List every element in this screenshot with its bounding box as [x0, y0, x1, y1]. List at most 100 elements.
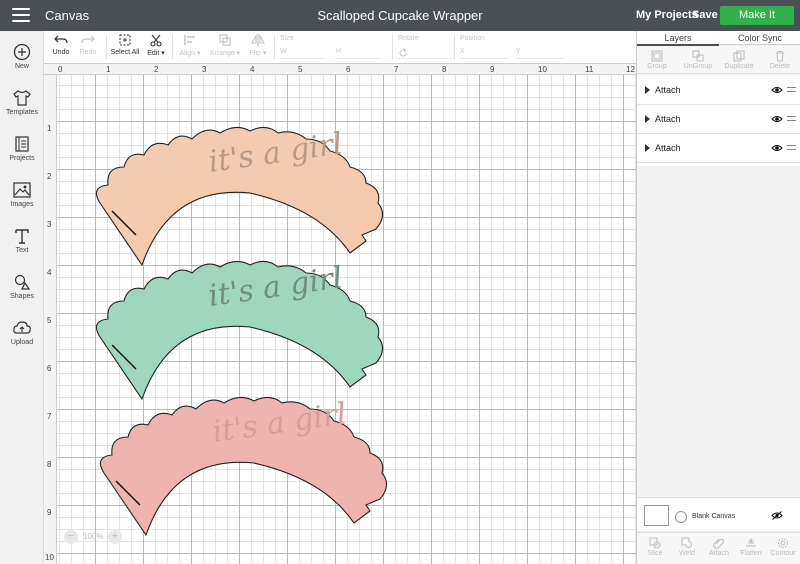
sidebar-item-upload[interactable]: Upload [0, 319, 44, 363]
cupcake-wrapper-3[interactable]: it's a girl [99, 396, 388, 536]
ruler-tick-label: 10 [538, 65, 547, 74]
eye-hidden-icon[interactable] [771, 511, 783, 520]
ruler-tick-label: 7 [47, 412, 52, 421]
layer-row[interactable]: Attach [637, 134, 800, 163]
chevron-down-icon: ▾ [161, 50, 165, 57]
chevron-down-icon: ▾ [197, 50, 201, 57]
y-label: Y [516, 48, 521, 55]
canvas-color-circle[interactable] [675, 511, 687, 523]
drag-handle-icon[interactable] [787, 87, 796, 92]
expand-caret-icon[interactable] [645, 144, 650, 152]
contour-label: Contour [770, 550, 796, 557]
ruler-tick-label: 4 [47, 268, 52, 277]
y-position-field[interactable]: Y [516, 46, 564, 59]
redo-icon [81, 35, 95, 44]
hamburger-menu-icon[interactable] [12, 8, 30, 22]
weld-button[interactable]: Weld [671, 537, 703, 557]
eye-icon[interactable] [771, 86, 783, 94]
group-label: Group [647, 63, 667, 70]
layer-row[interactable]: Attach [637, 76, 800, 105]
ungroup-icon [692, 50, 704, 62]
rotate-field[interactable] [398, 46, 448, 59]
weld-label: Weld [679, 550, 695, 557]
height-label: H [336, 48, 342, 55]
layer-row[interactable]: Attach [637, 105, 800, 134]
flip-label: Flip [249, 50, 261, 57]
group-button[interactable]: Group [637, 50, 677, 70]
sidebar-item-label: Images [10, 201, 34, 208]
make-it-button[interactable]: Make It [720, 6, 794, 25]
zoom-out-button[interactable]: − [64, 530, 78, 544]
arrange-icon [219, 34, 231, 46]
cupcake-wrapper-1[interactable]: it's a girl [95, 126, 384, 266]
arrange-dropdown[interactable]: Arrange ▾ [208, 33, 242, 57]
ruler-tick-label: 8 [47, 460, 52, 469]
layers-panel: Layers Color Sync Group UnGroup Duplicat… [636, 31, 800, 564]
select-all-label: Select All [110, 49, 140, 56]
left-ruler: 1 2 3 4 5 6 7 8 9 10 [44, 75, 57, 564]
sidebar-item-text[interactable]: Text [0, 227, 44, 271]
flip-icon [251, 33, 265, 46]
eye-icon[interactable] [771, 144, 783, 152]
tab-color-sync[interactable]: Color Sync [719, 33, 800, 43]
x-label: X [460, 48, 465, 55]
width-field[interactable]: W [280, 46, 326, 59]
ruler-tick-label: 3 [47, 220, 52, 229]
delete-button[interactable]: Delete [760, 50, 800, 70]
ruler-tick-label: 6 [47, 364, 52, 373]
design-canvas[interactable]: it's a girl it's a girl it's a girl [57, 75, 636, 564]
app-name: Canvas [45, 8, 90, 23]
eye-icon[interactable] [771, 115, 783, 123]
canvas-color-swatch[interactable] [644, 505, 669, 526]
expand-caret-icon[interactable] [645, 86, 650, 94]
blank-canvas-row[interactable]: Blank Canvas [637, 497, 800, 531]
top-bar: Canvas Scalloped Cupcake Wrapper My Proj… [0, 0, 800, 31]
sidebar-item-images[interactable]: Images [0, 181, 44, 225]
sidebar-item-label: Templates [6, 109, 38, 116]
sidebar-item-templates[interactable]: Templates [0, 89, 44, 133]
flip-dropdown[interactable]: Flip ▾ [246, 33, 270, 57]
my-projects-link[interactable]: My Projects [636, 9, 698, 21]
slice-button[interactable]: Slice [639, 537, 671, 557]
sidebar-item-new[interactable]: New [0, 43, 44, 87]
ruler-tick-label: 3 [202, 65, 207, 74]
ruler-tick-label: 8 [442, 65, 447, 74]
drag-handle-icon[interactable] [787, 116, 796, 121]
drag-handle-icon[interactable] [787, 145, 796, 150]
flatten-button[interactable]: Flatten [735, 537, 767, 557]
ruler-tick-label: 7 [394, 65, 399, 74]
redo-button[interactable]: Redo [77, 33, 99, 56]
ungroup-button[interactable]: UnGroup [678, 50, 718, 70]
align-dropdown[interactable]: Align ▾ [176, 33, 204, 57]
x-position-field[interactable]: X [460, 46, 508, 59]
trash-icon [776, 51, 784, 62]
zoom-in-button[interactable]: + [108, 530, 122, 544]
plus-circle-icon [13, 43, 31, 61]
align-label: Align [179, 50, 196, 57]
ungroup-label: UnGroup [683, 63, 713, 70]
redo-label: Redo [79, 49, 97, 56]
save-button[interactable]: Save [692, 9, 718, 21]
zoom-control: − 100% + [64, 530, 124, 546]
duplicate-button[interactable]: Duplicate [719, 50, 759, 70]
expand-caret-icon[interactable] [645, 115, 650, 123]
size-label: Size [280, 35, 294, 42]
height-field[interactable]: H [336, 46, 382, 59]
undo-button[interactable]: Undo [50, 33, 72, 56]
scissors-icon [150, 34, 162, 47]
select-all-button[interactable]: Select All [110, 33, 140, 56]
attach-button[interactable]: Attach [703, 537, 735, 557]
sidebar-item-shapes[interactable]: Shapes [0, 273, 44, 317]
sidebar-item-projects[interactable]: Projects [0, 135, 44, 179]
shapes-icon [14, 274, 31, 290]
weld-icon [681, 537, 692, 548]
ruler-tick-label: 1 [47, 124, 52, 133]
cupcake-wrapper-2[interactable]: it's a girl [95, 260, 384, 400]
top-ruler: 0 1 2 3 4 5 6 7 8 9 10 11 12 [44, 64, 636, 75]
ruler-tick-label: 0 [58, 65, 63, 74]
tab-layers[interactable]: Layers [637, 33, 719, 46]
contour-button[interactable]: Contour [767, 537, 799, 557]
edit-dropdown[interactable]: Edit ▾ [144, 33, 168, 57]
ruler-tick-label: 2 [47, 172, 52, 181]
upload-icon [13, 321, 31, 334]
